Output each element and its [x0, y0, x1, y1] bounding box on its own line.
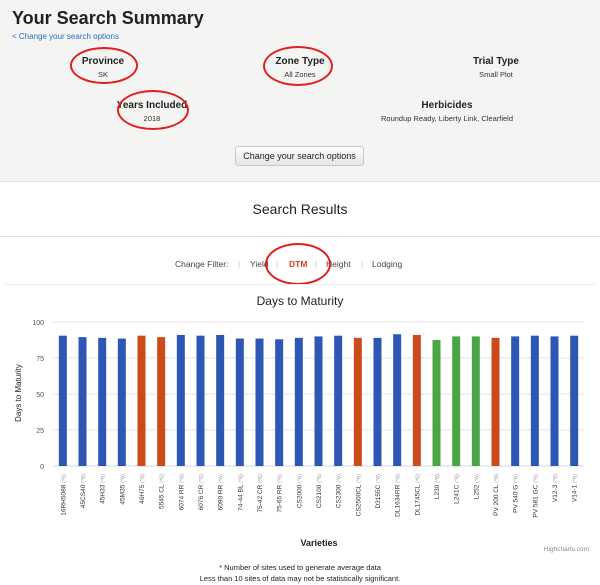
- bar-cs2000[interactable]: [294, 337, 303, 466]
- x-tick-label: L252 (*6): [473, 474, 480, 499]
- footnote-sites: * Number of sites used to generate avera…: [219, 563, 381, 572]
- x-tick-label: 6074 RR (*6): [178, 474, 185, 510]
- bar-v12-3[interactable]: [550, 336, 559, 466]
- y-tick-label: 50: [36, 392, 44, 399]
- bar-cs2500cl[interactable]: [353, 337, 362, 466]
- bar-45m35[interactable]: [117, 338, 126, 466]
- x-tick-label: 5545 CL (*6): [159, 474, 166, 509]
- bar-6076-cr[interactable]: [196, 335, 205, 466]
- x-tick-label: 6090 RR (*6): [218, 474, 225, 510]
- bar-pv-581-gc[interactable]: [530, 335, 539, 466]
- bar-16rh5088[interactable]: [58, 335, 67, 466]
- x-tick-label: 46H75 (*6): [139, 474, 146, 504]
- y-tick-label: 0: [40, 464, 44, 471]
- x-tick-label: D3155C (*6): [375, 474, 382, 509]
- x-tick-label: V12-3 (*6): [552, 474, 559, 502]
- x-tick-label: 45M35 (*6): [119, 474, 126, 505]
- bar-6090-rr[interactable]: [216, 334, 225, 466]
- x-tick-label: 6076 CR (*6): [198, 474, 205, 510]
- bar-cs2100[interactable]: [314, 336, 323, 466]
- x-tick-label: PV 581 GC (*6): [532, 474, 539, 518]
- x-tick-label: 45H33 (*6): [100, 474, 107, 504]
- bar-l252[interactable]: [471, 336, 480, 466]
- x-tick-label: CS2500CL (*6): [355, 474, 362, 516]
- x-tick-label: V14-1 (*6): [572, 474, 579, 502]
- bar-d3155c[interactable]: [373, 337, 382, 466]
- bar-v14-1[interactable]: [570, 335, 579, 466]
- bar-dl1745cl[interactable]: [412, 334, 421, 466]
- x-axis-title: Varieties: [300, 538, 337, 548]
- y-tick-label: 25: [36, 428, 44, 435]
- x-tick-label: DL1634RR (*6): [395, 474, 402, 517]
- bar-l230[interactable]: [432, 340, 441, 466]
- bar-45h33[interactable]: [98, 337, 107, 466]
- bar-74-44-bl[interactable]: [235, 338, 244, 466]
- bar-pv-540-g[interactable]: [511, 336, 520, 466]
- x-tick-label: 74-44 BL (*6): [237, 474, 244, 511]
- bar-6074-rr[interactable]: [176, 334, 185, 466]
- chart-title: Days to Maturity: [257, 294, 344, 308]
- x-tick-label: 45CS40 (*6): [80, 474, 87, 508]
- bar-75-65-rr[interactable]: [275, 339, 284, 466]
- bar-5545-cl[interactable]: [157, 337, 166, 466]
- x-tick-label: CS2000 (*6): [296, 474, 303, 508]
- x-tick-label: PV 200 CL (*6): [493, 474, 500, 516]
- x-tick-label: L230 (*6): [434, 474, 441, 499]
- bar-cs2300[interactable]: [334, 335, 343, 466]
- chart-credit[interactable]: Highcharts.com: [544, 546, 589, 553]
- bar-l241c[interactable]: [452, 336, 461, 466]
- x-tick-label: 75-65 RR (*6): [277, 474, 284, 513]
- x-tick-label: CS2300 (*6): [336, 474, 343, 508]
- y-tick-label: 100: [32, 320, 44, 327]
- x-tick-label: L241C (*6): [454, 474, 461, 504]
- days-to-maturity-chart: Days to Maturity Days to Maturity Variet…: [14, 294, 589, 553]
- bar-dl1634rr[interactable]: [393, 334, 402, 466]
- x-tick-label: CS2100 (*6): [316, 474, 323, 508]
- y-axis-title: Days to Maturity: [14, 364, 23, 422]
- bar-46h75[interactable]: [137, 335, 146, 466]
- x-tick-label: 16RH5088 (*6): [60, 474, 67, 516]
- bar-pv-200-cl[interactable]: [491, 337, 500, 466]
- bar-75-42-cr[interactable]: [255, 338, 264, 466]
- x-tick-label: PV 540 G (*6): [513, 474, 520, 513]
- y-tick-label: 75: [36, 356, 44, 363]
- footnote-significance: Less than 10 sites of data may not be st…: [199, 574, 401, 583]
- x-tick-label: DL1745CL (*6): [414, 474, 421, 516]
- x-tick-label: 75-42 CR (*6): [257, 474, 264, 513]
- bar-45cs40[interactable]: [78, 337, 87, 466]
